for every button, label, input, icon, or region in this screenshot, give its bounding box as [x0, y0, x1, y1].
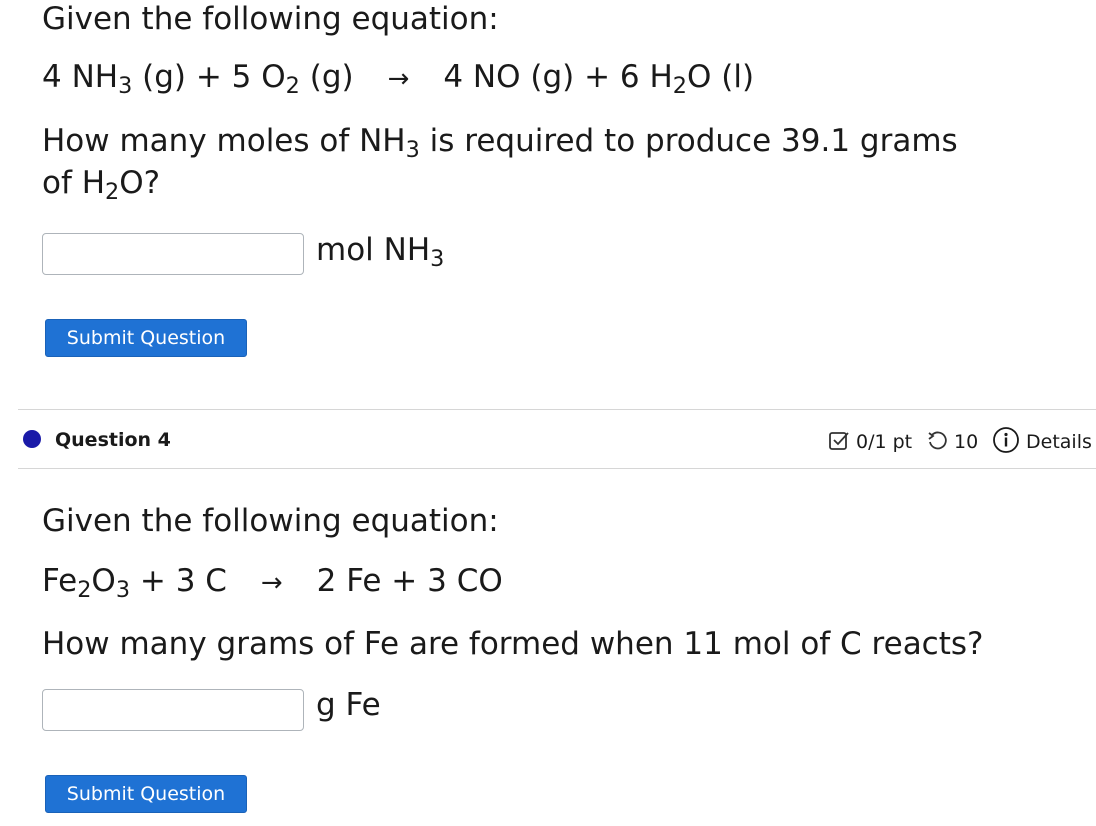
question3-answer-input[interactable]	[42, 233, 304, 275]
question4-equation: Fe2O3 + 3 C → 2 Fe + 3 CO	[42, 562, 503, 602]
question4-submit-button[interactable]: Submit Question	[45, 775, 247, 813]
reaction-arrow: →	[387, 64, 410, 94]
question4-attempts: 10	[954, 431, 979, 453]
question3-prompt-line2: of H2O?	[42, 164, 161, 206]
equation-product-2: O (l)	[687, 59, 755, 95]
details-link[interactable]: Details	[1026, 430, 1092, 454]
equation-reactant-2-state: (g)	[299, 59, 354, 95]
equation-reactant-2: (g) + 5 O	[132, 59, 286, 95]
prompt-subscript: 3	[405, 137, 420, 164]
equation-subscript: 2	[285, 73, 300, 100]
equation-subscript: 2	[77, 577, 92, 604]
equation-subscript: 3	[118, 73, 133, 100]
prompt-subscript: 2	[105, 179, 120, 206]
equation-subscript: 2	[672, 73, 687, 100]
checkbox-icon	[828, 430, 850, 452]
question-status-dot	[23, 430, 41, 448]
prompt-text: O?	[119, 165, 161, 201]
question3-equation: 4 NH3 (g) + 5 O2 (g) → 4 NO (g) + 6 H2O …	[42, 58, 754, 98]
equation-reactant-1: 4 NH	[42, 59, 119, 95]
question3-intro: Given the following equation:	[42, 1, 499, 37]
retry-icon	[926, 430, 948, 452]
question4-answer-unit: g Fe	[316, 687, 381, 723]
equation-product-1: 4 NO (g) + 6 H	[443, 59, 673, 95]
equation-reactant-1: Fe	[42, 563, 78, 599]
question3-submit-button[interactable]: Submit Question	[45, 319, 247, 357]
equation-subscript: 3	[115, 577, 131, 604]
header-divider-top	[18, 409, 1096, 410]
prompt-text: of H	[42, 165, 106, 201]
reaction-arrow: →	[260, 568, 283, 598]
info-icon[interactable]	[992, 426, 1020, 454]
prompt-text: How many moles of NH	[42, 123, 406, 159]
prompt-text: is required to produce 39.1 grams	[419, 123, 958, 159]
question4-answer-input[interactable]	[42, 689, 304, 731]
equation-reactant-1-part: O	[91, 563, 116, 599]
unit-subscript: 3	[430, 246, 445, 273]
question3-prompt-line1: How many moles of NH3 is required to pro…	[42, 122, 958, 164]
question4-prompt: How many grams of Fe are formed when 11 …	[42, 626, 984, 662]
equation-reactant-2: + 3 C	[130, 563, 227, 599]
header-divider-bottom	[18, 468, 1096, 469]
question4-intro: Given the following equation:	[42, 503, 499, 539]
question4-score: 0/1 pt	[856, 431, 913, 453]
question3-answer-unit: mol NH3	[316, 231, 445, 273]
unit-text: mol NH	[316, 232, 431, 268]
question4-title: Question 4	[55, 429, 171, 451]
equation-products: 2 Fe + 3 CO	[316, 563, 503, 599]
